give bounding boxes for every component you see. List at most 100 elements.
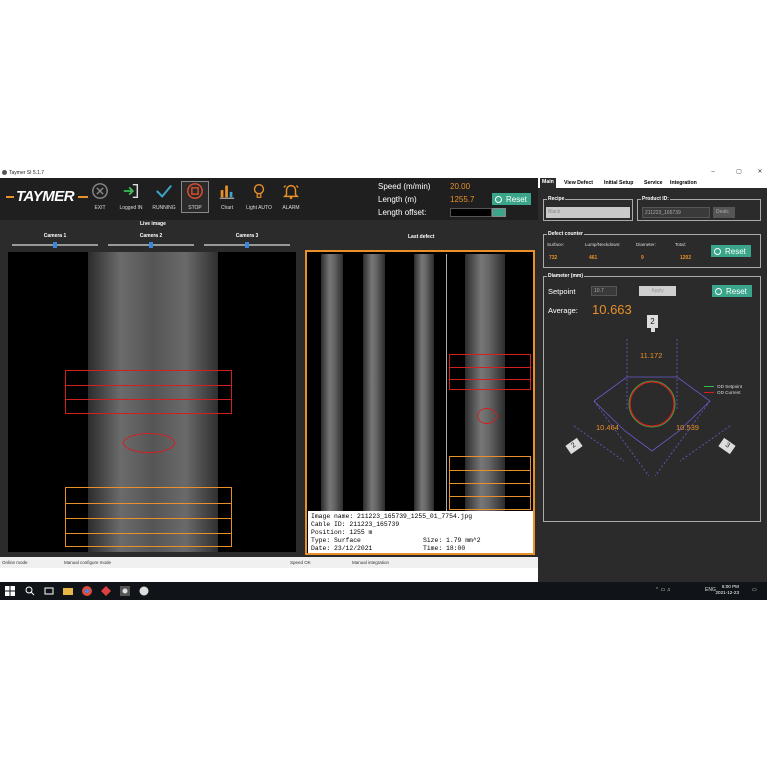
stop-button[interactable]: STOP — [181, 181, 209, 213]
length-label: Length (m) — [378, 195, 417, 204]
chart-button[interactable]: Chart — [213, 182, 241, 214]
defect-box-lump — [65, 370, 232, 414]
counter-surface-value: 732 — [549, 255, 558, 261]
app-icon-red[interactable] — [101, 586, 111, 596]
camera-3-label: Camera 3 — [235, 233, 259, 239]
length-value: 1255.7 — [450, 195, 475, 204]
type-value: Surface — [334, 537, 361, 544]
counter-total-value: 1202 — [680, 255, 692, 261]
diameter-group: Diameter (mm) Setpoint 10.7 Apply Reset … — [543, 273, 761, 522]
diameter-left-value: 10.464 — [596, 423, 619, 432]
length-offset-apply-button[interactable] — [492, 208, 506, 217]
task-view-icon[interactable] — [44, 586, 54, 596]
windows-taskbar: ⌃ ▭ ♫ ENG 6:00 PM 2021-12-23 ▭ — [0, 582, 767, 600]
defect-marker-ellipse — [477, 408, 497, 424]
stop-label: STOP — [188, 205, 202, 211]
cable-image-1 — [321, 254, 343, 512]
date-value: 23/12/2021 — [334, 545, 373, 552]
logged-in-label: Logged IN — [119, 205, 143, 211]
login-arrow-icon — [123, 183, 139, 199]
tab-main[interactable]: Main — [540, 178, 556, 188]
exit-button[interactable]: EXIT — [86, 182, 114, 214]
counter-diameter-value: 9 — [641, 255, 644, 261]
camera-3-slider[interactable] — [204, 242, 290, 248]
legend-swatch-setpoint — [704, 385, 714, 387]
legend-swatch-current — [704, 391, 714, 393]
light-auto-label: Light AUTO — [246, 205, 272, 211]
counter-total-label: Total: — [675, 242, 686, 247]
minimize-icon[interactable]: – — [707, 167, 719, 178]
legend-current-label: OD Current — [717, 389, 741, 395]
close-icon[interactable]: ✕ — [754, 167, 766, 178]
defect-info-box: Image name: 211223_165739_1255_01_7754.j… — [308, 511, 533, 553]
tab-service[interactable]: Service — [642, 179, 664, 187]
cable-id-value: 211223_165739 — [349, 521, 400, 528]
stop-icon — [187, 183, 203, 199]
exit-label: EXIT — [94, 205, 106, 211]
alarm-bell-icon — [282, 184, 300, 200]
camera-1-label: Camera 1 — [43, 233, 67, 239]
setpoint-input[interactable]: 10.7 — [591, 286, 617, 296]
checkmark-icon — [156, 184, 172, 198]
counter-lump-value: 461 — [589, 255, 598, 261]
camera-1-slider[interactable] — [12, 242, 98, 248]
legend-setpoint-label: OD Setpoint — [717, 383, 743, 389]
defect-counter-group: Defect counter Surface: Lump/Neckdown: D… — [543, 231, 761, 268]
tab-integration[interactable]: Integration — [668, 179, 699, 187]
app-icon — [2, 170, 7, 175]
maximize-icon[interactable]: ▢ — [733, 167, 745, 178]
product-id-input[interactable]: 211223_165739 — [642, 207, 710, 218]
time-value: 18:00 — [446, 545, 466, 552]
title-bar: Taymer SI 5.1.7 – ▢ ✕ — [0, 167, 767, 178]
running-button[interactable]: RUNNING — [150, 182, 178, 214]
search-icon[interactable] — [25, 586, 35, 596]
camera-2-slider[interactable] — [108, 242, 194, 248]
speed-label: Speed (m/min) — [378, 182, 431, 191]
status-integration: Manual integration — [352, 560, 390, 565]
defect-marker-ellipse — [123, 433, 175, 453]
status-bar: Online mode Manual configure mode Speed … — [0, 557, 538, 568]
running-label: RUNNING — [152, 205, 176, 211]
app-icon-leaf[interactable] — [139, 586, 149, 596]
slider-knob[interactable] — [149, 242, 153, 248]
file-explorer-icon[interactable] — [63, 586, 73, 596]
light-auto-button[interactable]: Light AUTO — [245, 182, 273, 214]
right-panel: Main View Defect Initial Setup Service I… — [538, 178, 767, 582]
tab-view-defect[interactable]: View Defect — [562, 179, 595, 187]
product-deals-button[interactable]: Deals — [713, 207, 735, 218]
language-indicator[interactable]: ENG — [705, 587, 716, 593]
recipe-select[interactable]: Black — [546, 207, 630, 218]
defect-box-surface — [65, 487, 232, 547]
alarm-label: ALARM — [282, 205, 300, 211]
slider-knob[interactable] — [53, 242, 57, 248]
status-speed: Speed OK — [290, 560, 311, 565]
length-offset-label: Length offset: — [378, 208, 427, 217]
tab-initial-setup[interactable]: Initial Setup — [602, 179, 635, 187]
slider-knob[interactable] — [245, 242, 249, 248]
notifications-icon[interactable]: ▭ — [752, 587, 757, 593]
taymer-app-icon[interactable] — [120, 586, 130, 596]
length-reset-button[interactable]: Reset — [492, 193, 531, 205]
camera-2-label: Camera 2 — [139, 233, 163, 239]
diameter-reset-button[interactable]: Reset — [712, 285, 752, 297]
live-image-title: Live image — [140, 221, 166, 227]
status-online-mode: Online mode — [2, 560, 28, 565]
window-title: Taymer SI 5.1.7 — [9, 169, 45, 176]
last-defect-view[interactable]: Image name: 211223_165739_1255_01_7754.j… — [305, 250, 535, 555]
diameter-diagram — [573, 339, 731, 477]
divider — [446, 254, 447, 512]
defect-box-lump — [449, 354, 531, 390]
chrome-icon[interactable] — [82, 586, 92, 596]
bar-chart-icon — [219, 185, 235, 199]
counter-diameter-label: Diameter: — [636, 242, 656, 247]
clock[interactable]: 6:00 PM 2021-12-23 — [716, 584, 740, 596]
apply-button[interactable]: Apply — [639, 286, 676, 296]
alarm-button[interactable]: ALARM — [277, 182, 305, 214]
tray-icons[interactable]: ⌃ ▭ ♫ — [655, 587, 670, 593]
close-circle-icon — [92, 183, 108, 199]
counter-reset-button[interactable]: Reset — [711, 245, 751, 257]
windows-start-icon[interactable] — [5, 586, 15, 596]
live-image-view[interactable] — [8, 252, 296, 552]
logged-in-button[interactable]: Logged IN — [117, 182, 145, 214]
length-offset-input[interactable] — [450, 208, 492, 217]
